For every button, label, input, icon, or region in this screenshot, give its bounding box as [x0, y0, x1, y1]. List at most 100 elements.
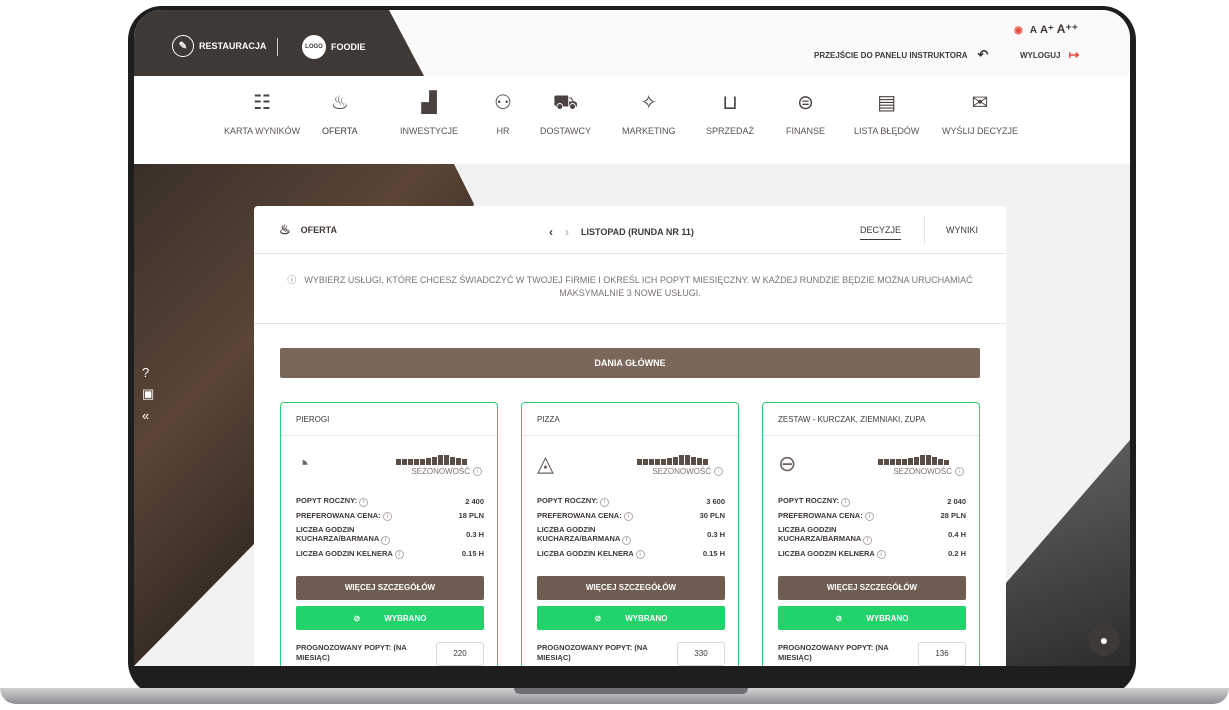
nav-offer[interactable]: ♨ OFERTA [322, 86, 358, 136]
seasonality-bar [932, 457, 937, 465]
card-divider [281, 435, 497, 436]
card-stats: POPYT ROCZNY: i 3 600 PREFEROWANA CENA: i 3… [537, 496, 725, 563]
forecast-row: PROGNOZOWANY POPYT: (NA MIESIĄC) 330 [537, 642, 725, 666]
seasonality-bar [408, 459, 413, 465]
brand-restaurant[interactable]: ✎ RESTAURACJA [172, 35, 266, 57]
stat-label: POPYT ROCZNY: i [778, 496, 851, 507]
laptop-notch [514, 688, 748, 694]
card-stats: POPYT ROCZNY: i 2 040 PREFEROWANA CENA: i 2… [778, 496, 966, 563]
info-icon[interactable]: i [864, 512, 874, 521]
forecast-input[interactable]: 330 [677, 642, 725, 666]
more-details-button[interactable]: WIĘCEJ SZCZEGÓŁÓW [537, 576, 725, 600]
round-switcher: ‹ › LISTOPAD (RUNDA NR 11) [549, 225, 694, 239]
info-icon[interactable]: i [635, 550, 645, 559]
forecast-label: PROGNOZOWANY POPYT: (NA MIESIĄC) [537, 643, 648, 662]
info-icon[interactable]: i [863, 535, 873, 545]
stat-row: LICZBA GODZIN KELNERA i 0.2 H [778, 549, 966, 559]
nav-sales[interactable]: ⊔ SPRZEDAŻ [706, 86, 754, 136]
nav-send-decisions[interactable]: ✉ WYŚLIJ DECYZJE [942, 86, 1018, 136]
info-icon[interactable]: i [622, 535, 632, 545]
info-icon[interactable]: i [623, 512, 633, 521]
selected-button[interactable]: ⊘ WYBRANO [296, 606, 484, 630]
info-icon: ⓘ [287, 275, 297, 285]
card-title: PIZZA [537, 415, 560, 424]
font-size-medium[interactable]: A⁺ [1040, 23, 1054, 36]
prev-round-icon[interactable]: ‹ [549, 225, 553, 239]
next-round-icon[interactable]: › [565, 225, 569, 239]
seasonality-bar [890, 459, 895, 465]
nav-finance[interactable]: ⊜ FINANSE [786, 86, 825, 136]
eye-icon[interactable]: ◉ [1014, 25, 1023, 36]
tab-results[interactable]: WYNIKI [946, 225, 978, 235]
seasonality-label: SEZONOWOŚĆ i [893, 467, 964, 476]
more-details-button[interactable]: WIĘCEJ SZCZEGÓŁÓW [778, 576, 966, 600]
nav-suppliers[interactable]: ⛟ DOSTAWCY [540, 86, 591, 136]
nav-errors[interactable]: ▤ LISTA BŁĘDÓW [854, 86, 919, 136]
calendar-icon[interactable]: ▣ [142, 386, 154, 402]
panel-title: ♨ OFERTA [279, 222, 337, 238]
nav-label: HR [496, 126, 510, 136]
card-divider [522, 435, 738, 436]
info-icon[interactable]: i [600, 497, 610, 507]
info-icon[interactable]: i [955, 467, 964, 476]
info-icon[interactable]: i [714, 467, 723, 476]
info-icon[interactable]: i [394, 550, 404, 559]
check-icon: ⊘ [835, 613, 843, 623]
seasonality-bar [432, 457, 437, 465]
collapse-icon[interactable]: « [142, 408, 154, 423]
forecast-row: PROGNOZOWANY POPYT: (NA MIESIĄC) 220 [296, 642, 484, 666]
nav-investments[interactable]: ▟ INWESTYCJE [400, 86, 458, 136]
selected-button[interactable]: ⊘ WYBRANO [778, 606, 966, 630]
seasonality-bar [661, 459, 666, 465]
nav-scorecard[interactable]: ☷ KARTA WYNIKÓW [224, 86, 300, 136]
seasonality-bar [697, 458, 702, 465]
stat-value: 3 600 [706, 496, 725, 506]
seasonality-bar [673, 457, 678, 465]
stat-label: POPYT ROCZNY: i [537, 496, 610, 507]
info-icon[interactable]: i [876, 550, 886, 559]
forecast-input[interactable]: 136 [918, 642, 966, 666]
instructor-link[interactable]: PRZEJŚCIE DO PANELU INSTRUKTORA ↶ [814, 47, 988, 63]
info-icon[interactable]: i [359, 497, 369, 507]
info-message: ⓘ WYBIERZ USŁUGI, KTÓRE CHCESZ ŚWIADCZYĆ … [284, 274, 976, 300]
info-icon[interactable]: i [841, 497, 851, 507]
selected-label: WYBRANO [866, 613, 909, 623]
stat-row: PREFEROWANA CENA: i 28 PLN [778, 511, 966, 521]
brand-foodie[interactable]: LOGO FOODIE [302, 35, 366, 59]
font-size-large[interactable]: A⁺⁺ [1057, 22, 1078, 36]
chat-button[interactable]: ● [1088, 624, 1120, 656]
info-icon[interactable]: i [382, 512, 392, 521]
seasonality-bars [637, 455, 708, 465]
forecast-label: PROGNOZOWANY POPYT: (NA MIESIĄC) [296, 643, 407, 662]
nav-hr[interactable]: ⚇ HR [494, 86, 512, 136]
seasonality-bar [402, 459, 407, 465]
stat-row: LICZBA GODZIN KUCHARZA/BARMANA i 0.3 H [296, 525, 484, 545]
nav-marketing[interactable]: ✧ MARKETING [622, 86, 676, 136]
stat-label: LICZBA GODZIN KELNERA i [537, 549, 645, 559]
info-icon[interactable]: i [473, 467, 482, 476]
stat-row: POPYT ROCZNY: i 2 400 [296, 496, 484, 507]
info-icon[interactable]: i [381, 535, 391, 545]
offer-icon: ♨ [279, 222, 291, 237]
seasonality-bar [655, 459, 660, 465]
truck-icon: ⛟ [552, 92, 579, 114]
restaurant-icon: ✎ [172, 35, 194, 57]
help-icon[interactable]: ? [142, 365, 154, 380]
stat-value: 30 PLN [699, 511, 725, 521]
seasonality-bar [426, 458, 431, 465]
seasonality-bar [902, 459, 907, 465]
forecast-label: PROGNOZOWANY POPYT: (NA MIESIĄC) [778, 643, 889, 662]
font-size-small[interactable]: A [1030, 25, 1037, 36]
forecast-input[interactable]: 220 [436, 642, 484, 666]
seasonality-bar [649, 459, 654, 465]
selected-button[interactable]: ⊘ WYBRANO [537, 606, 725, 630]
tab-decisions[interactable]: DECYZJE [860, 225, 902, 240]
nav-label: OFERTA [322, 126, 358, 136]
info-divider [254, 323, 1006, 324]
seasonality-bar [908, 458, 913, 465]
back-arrow-icon: ↶ [977, 47, 989, 62]
card-title: PIEROGI [296, 415, 330, 424]
logout-link[interactable]: WYLOGUJ ↦ [1020, 47, 1079, 63]
more-details-button[interactable]: WIĘCEJ SZCZEGÓŁÓW [296, 576, 484, 600]
stat-value: 2 400 [465, 496, 484, 506]
